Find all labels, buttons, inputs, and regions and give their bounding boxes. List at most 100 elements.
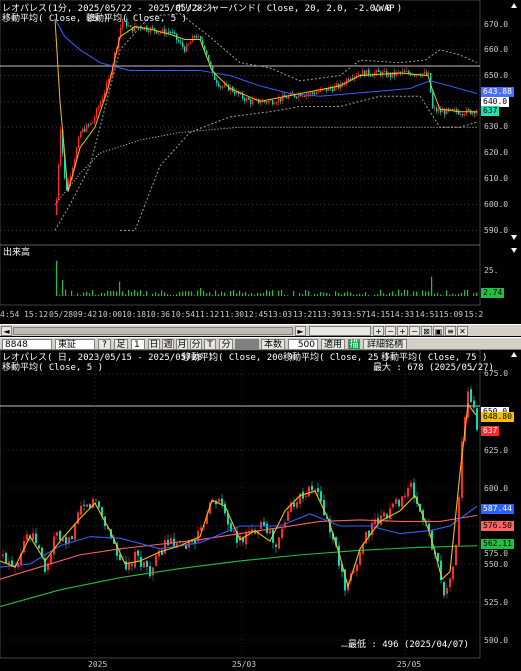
candle-body <box>212 501 214 503</box>
ma5-daily-label: 移動平均( Close, 5 ) <box>2 363 104 373</box>
scroll-right-button[interactable]: ► <box>295 326 306 336</box>
monthly-button[interactable]: 月 <box>176 339 188 350</box>
candle-body <box>128 25 130 27</box>
intraday-chart-panel[interactable]: レオパレス(1分, 2025/05/22 - 2025/05/28 ) ボリンジ… <box>0 0 521 324</box>
volume-menu-icon <box>511 248 517 253</box>
candle-body <box>378 70 380 72</box>
candle-body <box>398 499 400 507</box>
candle-body <box>362 70 364 76</box>
time-tick: 12:45 <box>244 310 269 319</box>
volume-bar <box>380 289 382 296</box>
candle-body <box>65 536 67 545</box>
zoom-slider[interactable] <box>309 326 371 336</box>
volume-bar <box>89 293 91 296</box>
candle-body <box>332 88 334 92</box>
daily-button[interactable]: 日 <box>148 339 160 350</box>
candle-body <box>86 504 88 507</box>
time-tick: 14:51 <box>415 310 440 319</box>
volume-bar <box>473 293 475 296</box>
price-tick: 670.0 <box>484 20 509 29</box>
volume-bar <box>110 291 112 296</box>
candle-body <box>252 99 254 104</box>
weekly-button[interactable]: 週 <box>162 339 174 350</box>
candle-body <box>152 27 154 29</box>
volume-bar <box>377 294 379 296</box>
code-input[interactable]: 8848 <box>2 339 52 350</box>
daily-price-tick: 525.0 <box>484 598 509 607</box>
bars-input[interactable]: 500 <box>288 339 318 350</box>
zoom-out-button[interactable]: − <box>385 326 396 336</box>
detail-button[interactable]: 詳細銘柄 <box>363 339 407 350</box>
exchange-select[interactable]: 東証 <box>55 339 95 350</box>
volume-bar <box>317 294 319 296</box>
candle-body <box>84 128 86 132</box>
candle-body <box>269 530 271 534</box>
layout-button[interactable]: ▣ <box>433 326 444 336</box>
apply-button[interactable]: 適用 <box>321 339 345 350</box>
candle-body <box>134 551 136 568</box>
volume-bar <box>152 293 154 296</box>
candle-body <box>426 72 428 75</box>
volume-bar <box>350 292 352 296</box>
count-input[interactable]: 1 <box>131 339 145 350</box>
zoom-out-y-button[interactable]: − <box>409 326 420 336</box>
candle-body <box>444 110 446 115</box>
volume-bar <box>251 293 253 296</box>
volume-bar <box>389 292 391 296</box>
candle-body <box>140 557 142 567</box>
candle-body <box>92 122 94 124</box>
zoom-in-button[interactable]: + <box>373 326 384 336</box>
minute-period-button[interactable]: 分 <box>190 339 202 350</box>
daily-price-tick: 625.0 <box>484 446 509 455</box>
volume-bar <box>239 290 241 296</box>
daily-chart-panel[interactable]: レオパレス( 日, 2023/05/15 - 2025/05/28 ) 移動平均… <box>0 350 521 671</box>
candle-body <box>221 498 223 505</box>
candle-body <box>278 98 280 103</box>
menu-button[interactable]: ≡ <box>445 326 456 336</box>
volume-bar <box>299 292 301 296</box>
minute-input[interactable] <box>235 339 259 350</box>
candle-body <box>137 550 139 556</box>
candle-body <box>408 71 410 74</box>
candle-body <box>310 92 312 94</box>
volume-bar <box>476 292 478 296</box>
time-tick: 09:42 <box>73 310 98 319</box>
candle-body <box>348 79 350 81</box>
candle-body <box>220 86 222 88</box>
candle-body <box>266 101 268 103</box>
ma200-price-tag: 562.11 <box>481 539 514 549</box>
ma25-price-tag: 576.50 <box>481 521 514 531</box>
time-tick: 10:00 <box>98 310 123 319</box>
help-button[interactable]: ? <box>98 339 111 350</box>
candle-body <box>434 107 436 109</box>
price-tick: 660.0 <box>484 45 509 54</box>
chart-scrollbar[interactable]: ◄ ► + − + − ⊠ ▣ ≡ ✕ <box>0 324 521 336</box>
candle-body <box>80 505 82 515</box>
volume-bar <box>128 290 130 296</box>
candle-body <box>102 97 104 102</box>
volume-bar <box>182 291 184 296</box>
candle-body <box>270 100 272 102</box>
volume-bar <box>287 295 289 296</box>
scroll-left-button[interactable]: ◄ <box>1 326 12 336</box>
candle-body <box>356 564 358 572</box>
volume-bar <box>341 294 343 296</box>
time-tick: 14:15 <box>366 310 391 319</box>
fit-button[interactable]: ⊠ <box>421 326 432 336</box>
ma5-price-tag: 648.80 <box>481 412 514 422</box>
candle-body <box>180 41 182 43</box>
time-tick: 15:12 <box>24 310 49 319</box>
tick-button[interactable]: T <box>204 339 216 350</box>
scroll-track[interactable] <box>13 327 293 335</box>
volume-bar <box>191 291 193 296</box>
volume-bar <box>164 292 166 296</box>
close-chart-button[interactable]: ✕ <box>457 326 468 336</box>
zoom-in-y-button[interactable]: + <box>397 326 408 336</box>
candle-body <box>314 93 316 95</box>
volume-bar <box>461 292 463 296</box>
draw-button[interactable]: 描画 <box>348 339 360 360</box>
candle-body <box>308 486 310 497</box>
candle-body <box>82 128 84 133</box>
candle-body <box>440 109 442 113</box>
scroll-up-icon <box>511 3 517 8</box>
